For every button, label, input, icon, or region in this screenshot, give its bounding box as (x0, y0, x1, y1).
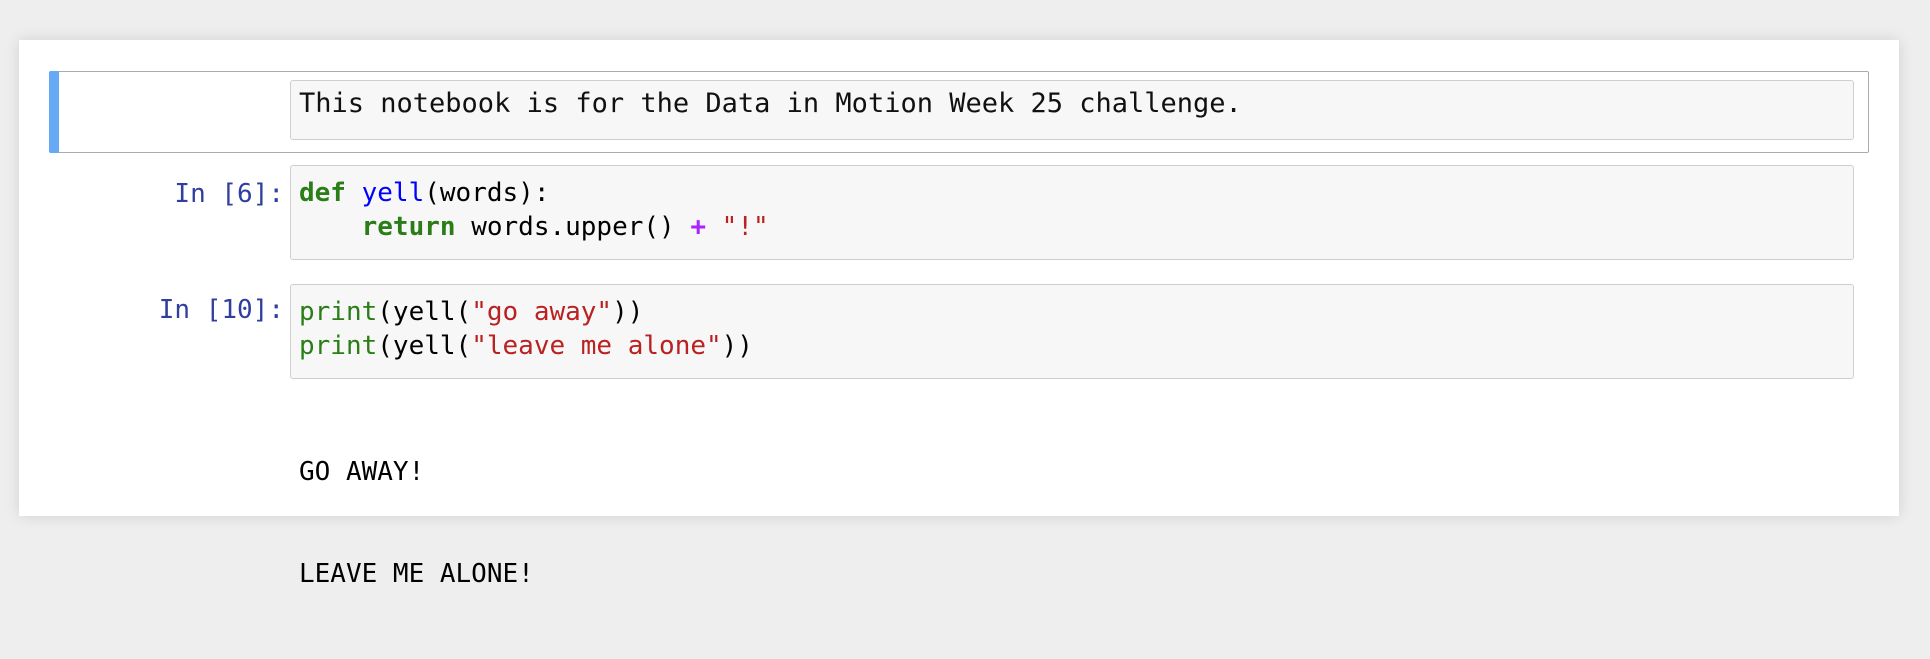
code-token: (words): (424, 178, 550, 208)
code-token: (yell( (377, 331, 472, 361)
input-prompt: In [6]: (174, 179, 284, 209)
input-prompt: In [10]: (158, 295, 284, 325)
code-token: "leave me alone" (471, 331, 722, 361)
output-line: GO AWAY! (299, 457, 425, 487)
code-line: return words.upper() + "!" (299, 210, 1845, 244)
code-cell-6[interactable]: In [6]: def yell(words): return words.up… (49, 165, 1869, 260)
code-token: "go away" (471, 297, 613, 327)
code-token: )) (612, 297, 644, 327)
code-line: print(yell("leave me alone")) (299, 329, 1845, 363)
markdown-rendered-area[interactable]: This notebook is for the Data in Motion … (290, 80, 1854, 140)
code-token: "!" (721, 212, 769, 242)
code-token: )) (721, 331, 753, 361)
code-token: print (299, 331, 378, 361)
code-line: print(yell("go away")) (299, 295, 1845, 329)
code-token: words.upper() (455, 212, 691, 242)
notebook-container: This notebook is for the Data in Motion … (19, 40, 1899, 589)
markdown-text: This notebook is for the Data in Motion … (299, 88, 1242, 119)
code-input-area[interactable]: print(yell("go away")) print(yell("leave… (290, 284, 1854, 379)
code-token: return (361, 212, 456, 242)
code-cell-10[interactable]: In [10]: print(yell("go away")) print(ye… (49, 284, 1869, 589)
markdown-cell[interactable]: This notebook is for the Data in Motion … (49, 71, 1869, 153)
code-token: (yell( (377, 297, 472, 327)
code-token: def (299, 178, 346, 208)
code-input-area[interactable]: def yell(words): return words.upper() + … (290, 165, 1854, 260)
code-token: + (690, 212, 707, 242)
output-line: LEAVE ME ALONE! (299, 559, 534, 589)
code-line: def yell(words): (299, 176, 1845, 210)
code-token: yell (361, 178, 425, 208)
cell-output: GO AWAY! LEAVE ME ALONE! (299, 387, 534, 659)
selected-cell-indicator (49, 71, 59, 153)
code-token: print (299, 297, 378, 327)
